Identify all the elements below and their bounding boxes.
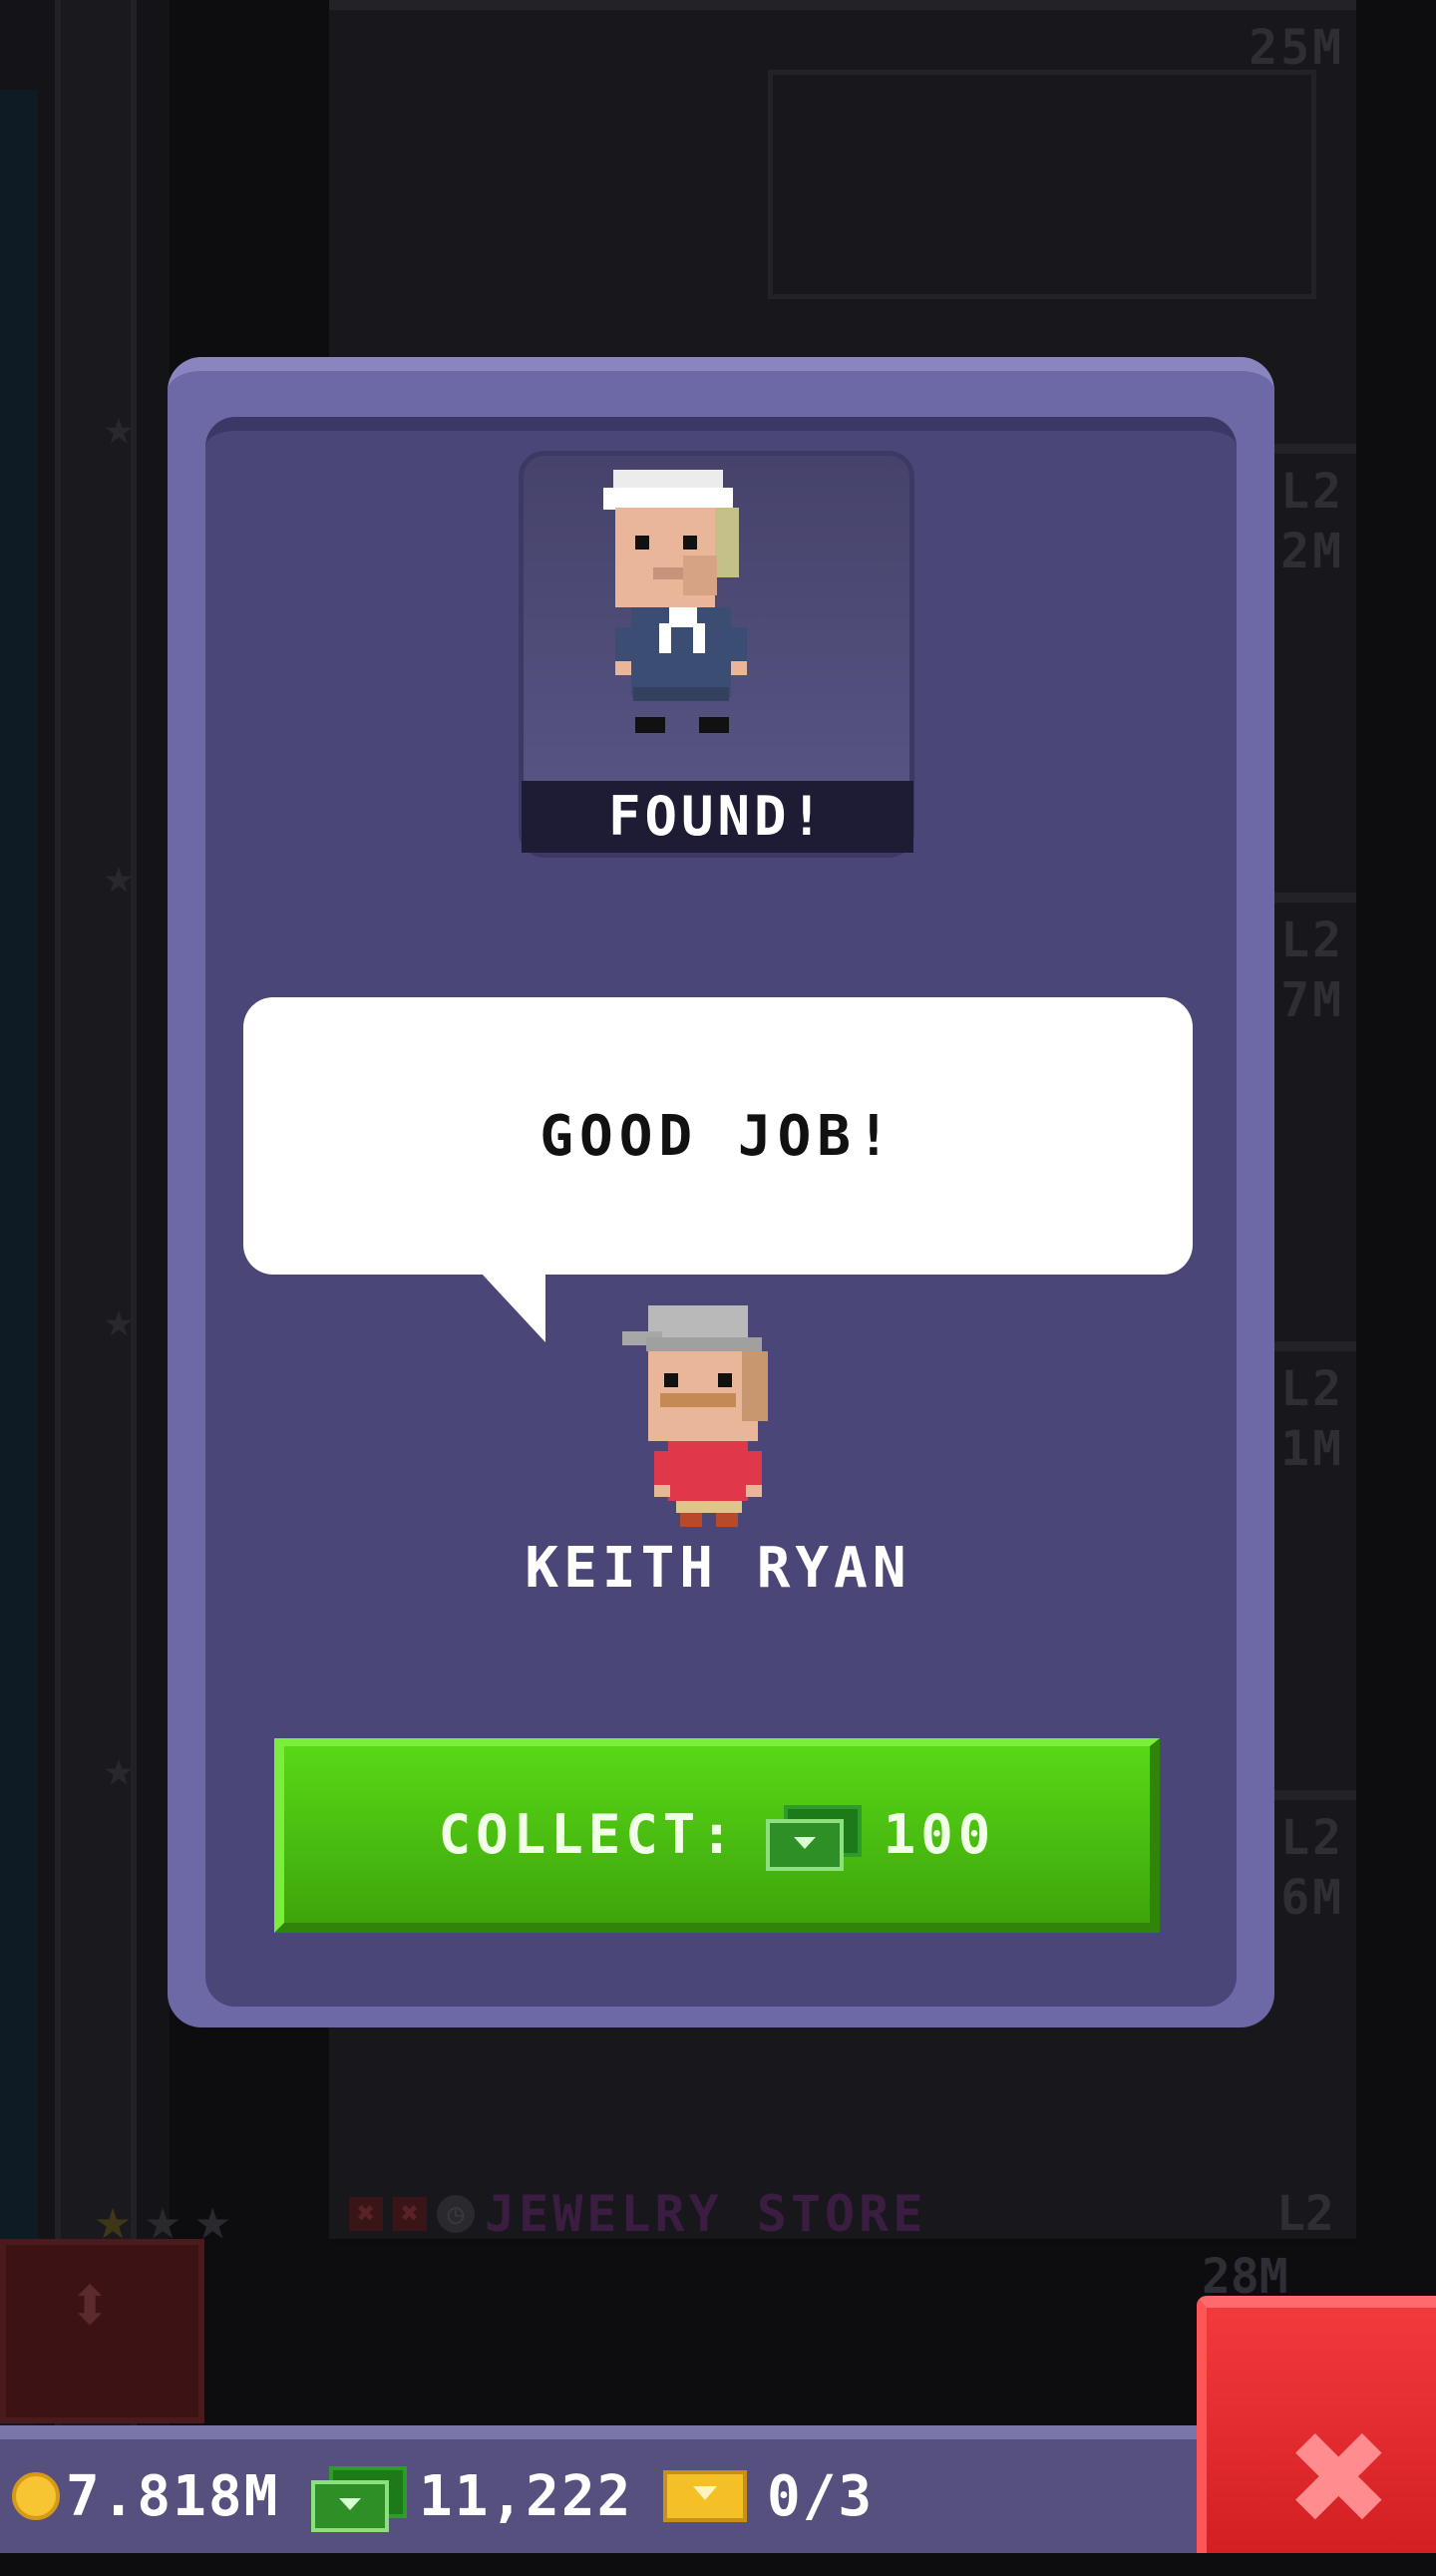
bux-counter: 11,222 <box>311 2439 632 2553</box>
character-name: KEITH RYAN <box>525 1536 911 1601</box>
found-label: FOUND! <box>522 781 913 853</box>
floor-name: JEWELRY STORE <box>485 2185 927 2243</box>
floor-population: 7M <box>1280 972 1344 1028</box>
tickets-counter: 0/3 <box>663 2439 874 2553</box>
x-icon: ✖ <box>349 2197 383 2231</box>
floor-level: L2 <box>1280 464 1344 520</box>
collect-label: COLLECT: <box>438 1803 738 1866</box>
speech-bubble-tail <box>481 1273 545 1342</box>
x-icon: ✖ <box>393 2197 427 2231</box>
elevator-button[interactable]: ⬍ <box>0 2239 204 2423</box>
coin-icon <box>12 2472 60 2520</box>
floor-population: 1M <box>1280 1421 1344 1477</box>
close-button[interactable]: ✖ <box>1197 2296 1436 2576</box>
golden-ticket-icon <box>663 2470 747 2522</box>
floor-level: L2 <box>1280 1810 1344 1866</box>
speech-text: GOOD JOB! <box>539 1103 897 1169</box>
collect-button[interactable]: COLLECT: 100 <box>274 1738 1160 1933</box>
floor-population: 2M <box>1280 524 1344 579</box>
floor-level: L2 <box>1276 2186 1334 2242</box>
collect-amount: 100 <box>883 1803 996 1866</box>
bux-icon <box>311 2466 407 2532</box>
star-icon: ★ <box>103 1739 135 1797</box>
floor-population: 25M <box>1249 20 1344 76</box>
floor-level: L2 <box>1280 913 1344 968</box>
floor-population: 6M <box>1280 1870 1344 1926</box>
clock-icon: ◷ <box>437 2195 475 2233</box>
keith-ryan-character-icon <box>622 1305 768 1527</box>
bux-icon <box>765 1804 862 1871</box>
tickets-value: 0/3 <box>767 2463 875 2529</box>
star-icon: ★ <box>103 1290 135 1348</box>
coins-counter: 7.818M <box>12 2439 279 2553</box>
jewelry-floor-header: ✖ ✖ ◷ JEWELRY STORE L2 <box>349 2184 1334 2244</box>
elevator-column <box>55 0 137 2433</box>
bux-value: 11,222 <box>419 2463 633 2529</box>
floor-level: L2 <box>1280 1361 1344 1417</box>
star-icon: ★ <box>103 847 135 905</box>
close-icon: ✖ <box>1289 2379 1393 2576</box>
star-icon: ★ <box>103 398 135 456</box>
coins-value: 7.818M <box>66 2463 280 2529</box>
up-down-arrow-icon: ⬍ <box>66 2258 115 2351</box>
